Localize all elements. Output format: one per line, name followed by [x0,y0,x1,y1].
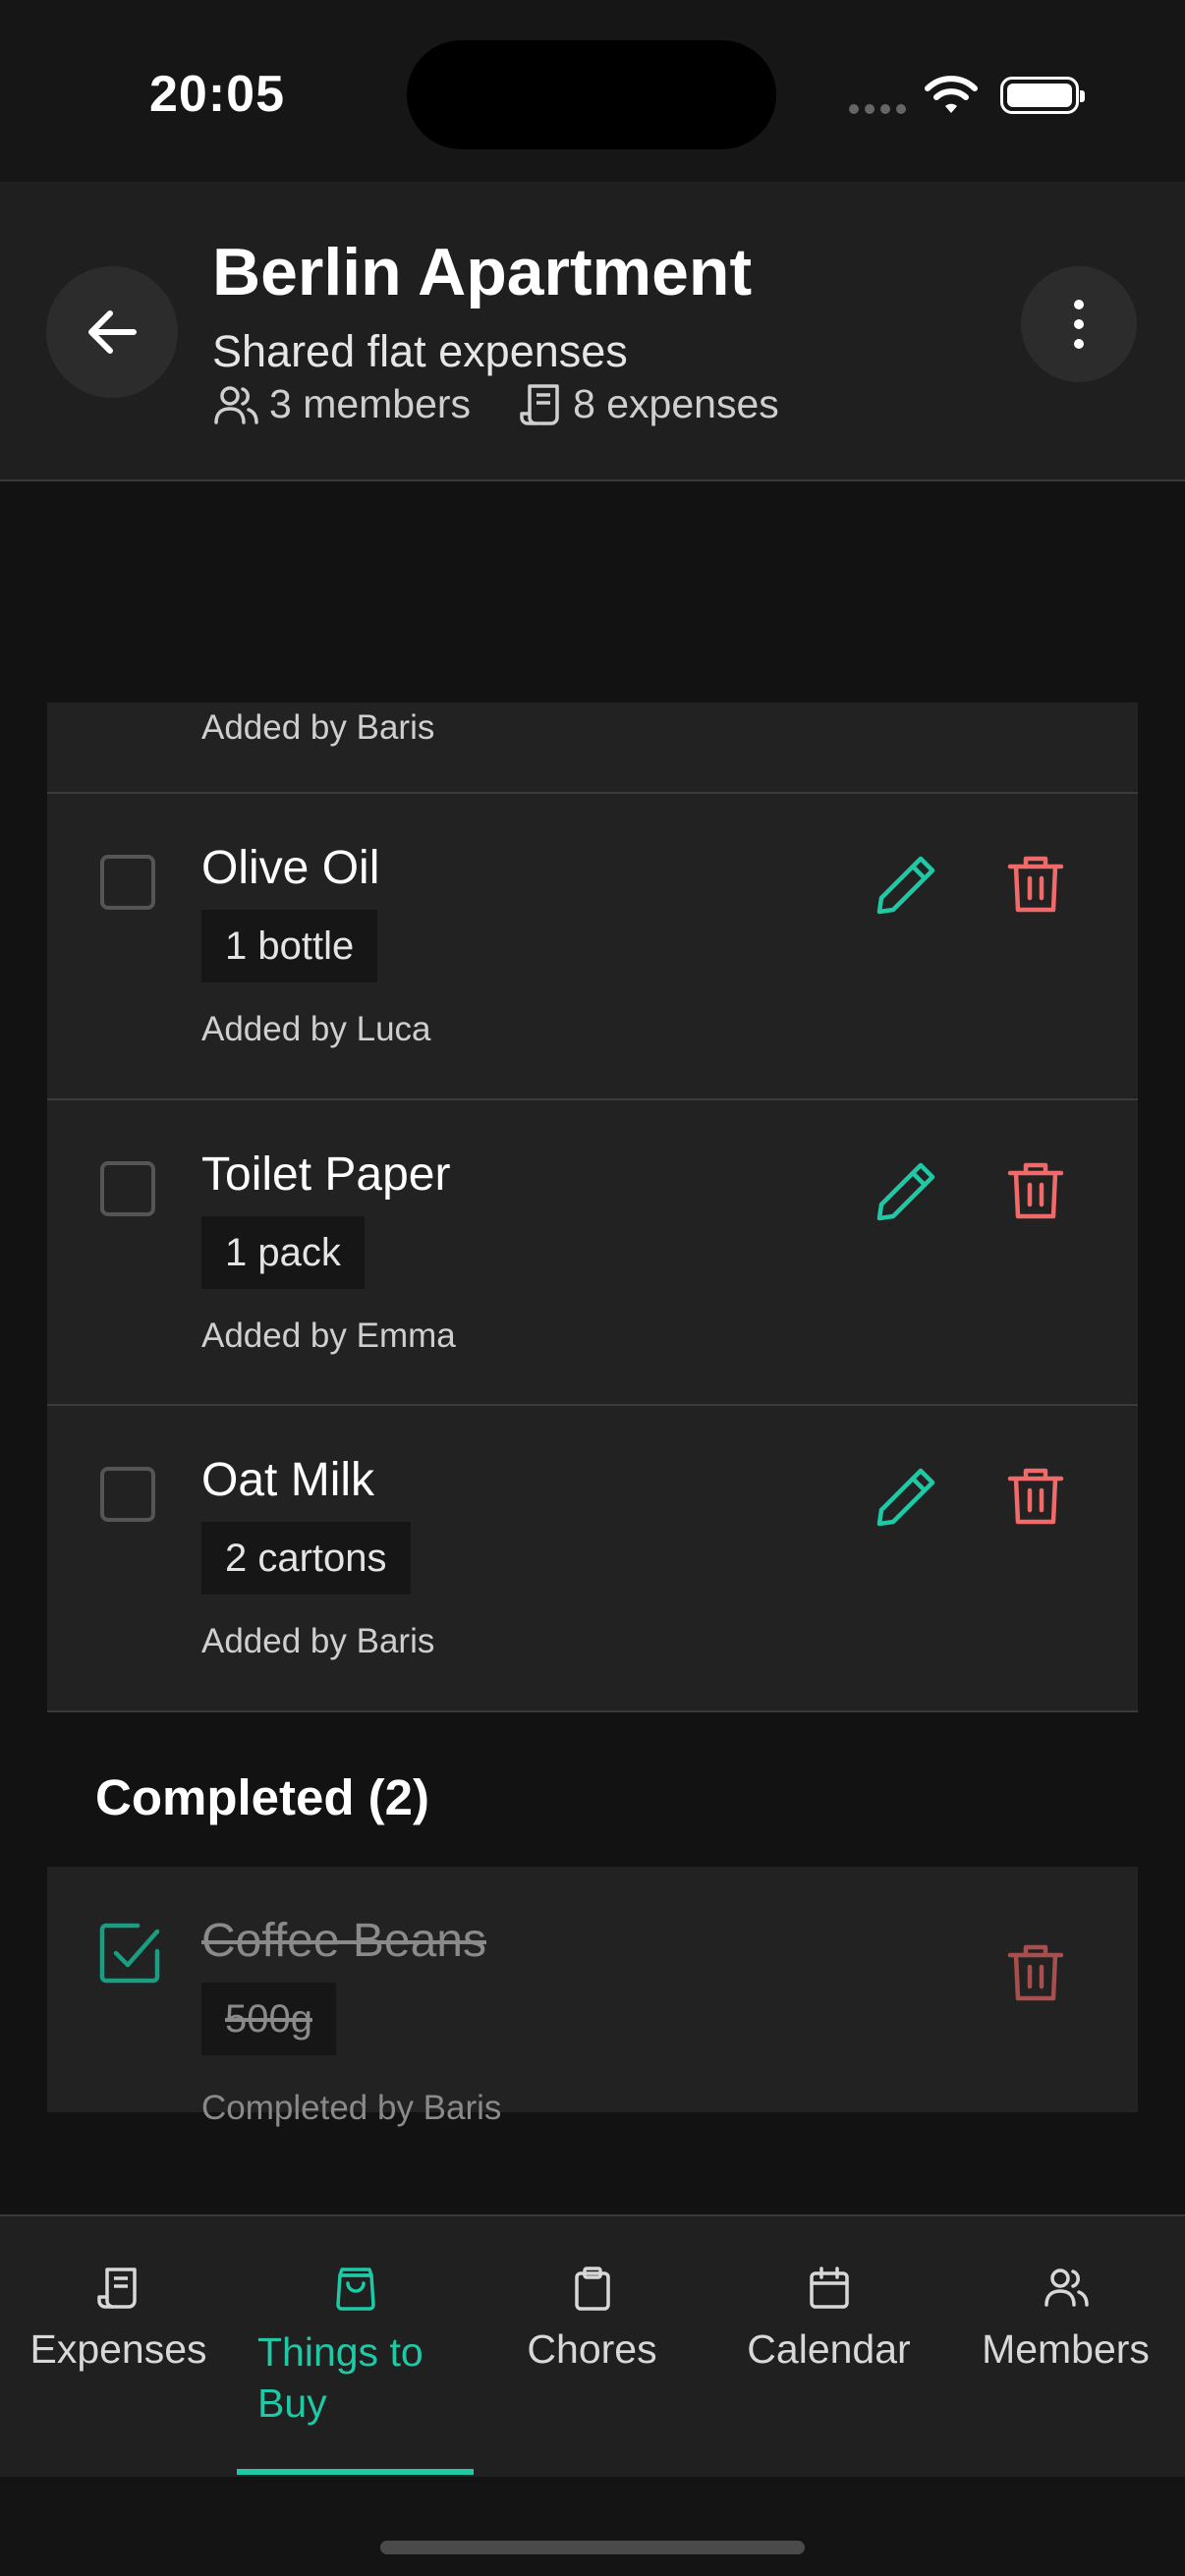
checked-checkbox-icon[interactable] [98,1922,161,1985]
expenses-count: 8 expenses [573,381,779,426]
back-button[interactable] [46,266,178,398]
completed-by: Completed by Baris [201,2089,502,2127]
completed-section-header: Completed (2) [95,1769,430,1825]
users-icon [212,383,259,426]
receipt-icon [0,2266,237,2311]
item-quantity: 500g [201,1983,336,2055]
tab-label: Calendar [747,2326,911,2372]
list-item: Olive Oil 1 bottle Added by Luca [47,794,1138,1100]
added-by: Added by Baris [201,708,435,747]
bottom-tab-bar: Expenses Things to Buy Chores Calendar M… [0,2214,1185,2477]
page-title: Berlin Apartment [212,235,753,309]
tab-members[interactable]: Members [947,2216,1184,2477]
more-vertical-icon [1074,300,1084,349]
members-count: 3 members [269,381,472,426]
group-meta: 3 members 8 expenses [212,381,779,427]
item-quantity: 2 cartons [201,1522,411,1595]
item-checkbox[interactable] [100,1467,155,1522]
edit-icon[interactable] [875,1159,938,1222]
list-item: Oat Milk 2 cartons Added by Baris [47,1406,1138,1712]
wifi-icon [924,75,979,121]
receipt-icon [520,382,563,427]
signal-dots-icon [849,101,912,119]
shopping-bag-icon [237,2266,474,2311]
trash-icon[interactable] [1006,853,1065,916]
clipboard-icon [474,2266,710,2311]
completed-item: Coffee Beans 500g Completed by Baris [47,1867,1138,2127]
item-checkbox[interactable] [100,1161,155,1216]
dynamic-island [407,40,776,149]
shopping-list[interactable]: Added by Baris Olive Oil 1 bottle Added … [0,481,1185,2215]
tab-label: Things to Buy [257,2329,423,2426]
home-area [0,2477,1185,2576]
trash-icon[interactable] [1006,1465,1065,1528]
tab-label: Members [982,2326,1150,2372]
item-name: Toilet Paper [201,1148,451,1201]
tab-label: Chores [527,2326,657,2372]
trash-icon[interactable] [1006,1941,1065,2004]
tab-expenses[interactable]: Expenses [0,2216,237,2477]
calendar-icon [710,2266,947,2311]
item-name: Oat Milk [201,1454,375,1506]
arrow-left-icon [88,310,137,354]
edit-icon[interactable] [875,1465,938,1528]
item-quantity: 1 bottle [201,910,378,982]
users-icon [947,2266,1184,2309]
active-tab-indicator [237,2469,474,2475]
item-name: Coffee Beans [201,1915,486,1967]
item-quantity: 1 pack [201,1216,365,1289]
item-name: Olive Oil [201,842,380,894]
list-item: Added by Baris [47,702,1138,794]
page-subtitle: Shared flat expenses [212,326,628,376]
item-checkbox[interactable] [100,855,155,910]
tab-label: Expenses [29,2326,207,2372]
added-by: Added by Baris [201,1622,435,1660]
added-by: Added by Luca [201,1010,431,1048]
tab-things-to-buy[interactable]: Things to Buy [237,2216,474,2477]
edit-icon[interactable] [875,853,938,916]
battery-icon [1000,77,1085,114]
added-by: Added by Emma [201,1316,456,1355]
status-time: 20:05 [149,66,285,123]
more-options-button[interactable] [1021,266,1137,382]
tab-calendar[interactable]: Calendar [710,2216,947,2477]
trash-icon[interactable] [1006,1159,1065,1222]
list-item: Toilet Paper 1 pack Added by Emma [47,1100,1138,1406]
home-indicator[interactable] [380,2541,805,2554]
tab-chores[interactable]: Chores [474,2216,710,2477]
